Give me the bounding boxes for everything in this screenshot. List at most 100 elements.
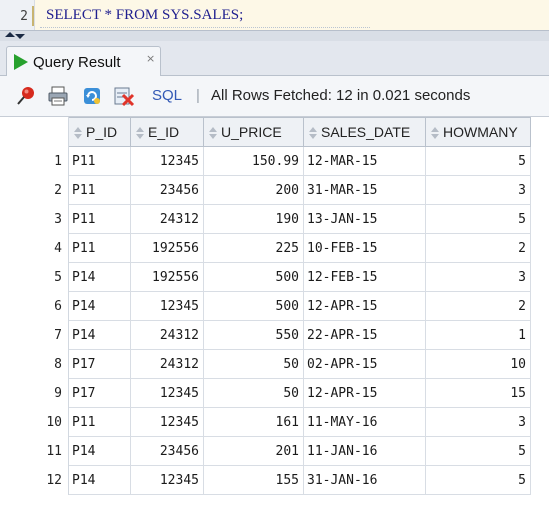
cell-e-id[interactable]: 23456 bbox=[130, 436, 204, 466]
row-number[interactable]: 7 bbox=[9, 320, 69, 350]
cell-p-id[interactable]: P17 bbox=[68, 349, 131, 379]
row-number[interactable]: 9 bbox=[9, 378, 69, 408]
cell-howmany[interactable]: 10 bbox=[425, 349, 531, 379]
sql-link[interactable]: SQL bbox=[152, 87, 182, 104]
column-header-p-id[interactable]: P_ID bbox=[68, 117, 131, 147]
cell-sales-date[interactable]: 12-FEB-15 bbox=[303, 262, 426, 292]
cell-u-price[interactable]: 190 bbox=[203, 204, 304, 234]
cell-sales-date[interactable]: 31-MAR-15 bbox=[303, 175, 426, 205]
print-icon[interactable] bbox=[47, 85, 69, 107]
table-row[interactable]: 6 P14 12345 500 12-APR-15 2 bbox=[9, 291, 531, 321]
row-number[interactable]: 4 bbox=[9, 233, 69, 263]
cell-e-id[interactable]: 24312 bbox=[130, 204, 204, 234]
pin-icon[interactable] bbox=[15, 85, 37, 107]
column-header-sales-date[interactable]: SALES_DATE bbox=[303, 117, 426, 147]
cell-e-id[interactable]: 192556 bbox=[130, 262, 204, 292]
column-header-howmany[interactable]: HOWMANY bbox=[425, 117, 531, 147]
row-number[interactable]: 5 bbox=[9, 262, 69, 292]
cell-e-id[interactable]: 12345 bbox=[130, 291, 204, 321]
sql-editor[interactable]: 2 SELECT * FROM SYS.SALES; bbox=[0, 0, 549, 30]
cell-p-id[interactable]: P11 bbox=[68, 407, 131, 437]
cell-e-id[interactable]: 12345 bbox=[130, 465, 204, 495]
cell-u-price[interactable]: 201 bbox=[203, 436, 304, 466]
table-row[interactable]: 1 P11 12345 150.99 12-MAR-15 5 bbox=[9, 146, 531, 176]
export-icon[interactable] bbox=[113, 85, 135, 107]
row-number[interactable]: 10 bbox=[9, 407, 69, 437]
cell-sales-date[interactable]: 11-JAN-16 bbox=[303, 436, 426, 466]
cell-howmany[interactable]: 5 bbox=[425, 204, 531, 234]
cell-e-id[interactable]: 192556 bbox=[130, 233, 204, 263]
cell-p-id[interactable]: P11 bbox=[68, 233, 131, 263]
cell-u-price[interactable]: 155 bbox=[203, 465, 304, 495]
cell-p-id[interactable]: P14 bbox=[68, 436, 131, 466]
row-number[interactable]: 6 bbox=[9, 291, 69, 321]
cell-howmany[interactable]: 3 bbox=[425, 407, 531, 437]
cell-howmany[interactable]: 1 bbox=[425, 320, 531, 350]
row-number[interactable]: 8 bbox=[9, 349, 69, 379]
cell-sales-date[interactable]: 12-APR-15 bbox=[303, 378, 426, 408]
row-number[interactable]: 3 bbox=[9, 204, 69, 234]
cell-e-id[interactable]: 12345 bbox=[130, 407, 204, 437]
cell-u-price[interactable]: 550 bbox=[203, 320, 304, 350]
refresh-icon[interactable] bbox=[81, 85, 103, 107]
row-number[interactable]: 2 bbox=[9, 175, 69, 205]
cell-u-price[interactable]: 50 bbox=[203, 378, 304, 408]
cell-e-id[interactable]: 24312 bbox=[130, 349, 204, 379]
cell-p-id[interactable]: P14 bbox=[68, 320, 131, 350]
table-row[interactable]: 9 P17 12345 50 12-APR-15 15 bbox=[9, 378, 531, 408]
cell-u-price[interactable]: 50 bbox=[203, 349, 304, 379]
cell-e-id[interactable]: 24312 bbox=[130, 320, 204, 350]
cell-sales-date[interactable]: 10-FEB-15 bbox=[303, 233, 426, 263]
cell-u-price[interactable]: 150.99 bbox=[203, 146, 304, 176]
row-number[interactable]: 1 bbox=[9, 146, 69, 176]
cell-sales-date[interactable]: 12-APR-15 bbox=[303, 291, 426, 321]
cell-p-id[interactable]: P14 bbox=[68, 291, 131, 321]
row-number[interactable]: 12 bbox=[9, 465, 69, 495]
cell-howmany[interactable]: 2 bbox=[425, 233, 531, 263]
cell-e-id[interactable]: 12345 bbox=[130, 378, 204, 408]
cell-p-id[interactable]: P11 bbox=[68, 146, 131, 176]
cell-u-price[interactable]: 500 bbox=[203, 262, 304, 292]
cell-howmany[interactable]: 3 bbox=[425, 175, 531, 205]
cell-e-id[interactable]: 12345 bbox=[130, 146, 204, 176]
cell-howmany[interactable]: 3 bbox=[425, 262, 531, 292]
cell-u-price[interactable]: 225 bbox=[203, 233, 304, 263]
cell-p-id[interactable]: P11 bbox=[68, 175, 131, 205]
table-row[interactable]: 4 P11 192556 225 10-FEB-15 2 bbox=[9, 233, 531, 263]
cell-p-id[interactable]: P17 bbox=[68, 378, 131, 408]
table-row[interactable]: 5 P14 192556 500 12-FEB-15 3 bbox=[9, 262, 531, 292]
column-header-e-id[interactable]: E_ID bbox=[130, 117, 204, 147]
table-row[interactable]: 3 P11 24312 190 13-JAN-15 5 bbox=[9, 204, 531, 234]
cell-sales-date[interactable]: 11-MAY-16 bbox=[303, 407, 426, 437]
cell-u-price[interactable]: 200 bbox=[203, 175, 304, 205]
collapse-down-icon[interactable] bbox=[15, 34, 25, 39]
cell-howmany[interactable]: 5 bbox=[425, 465, 531, 495]
cell-sales-date[interactable]: 12-MAR-15 bbox=[303, 146, 426, 176]
tab-query-result[interactable]: Query Result × bbox=[6, 46, 161, 76]
cell-sales-date[interactable]: 13-JAN-15 bbox=[303, 204, 426, 234]
table-row[interactable]: 12 P14 12345 155 31-JAN-16 5 bbox=[9, 465, 531, 495]
cell-howmany[interactable]: 2 bbox=[425, 291, 531, 321]
table-row[interactable]: 8 P17 24312 50 02-APR-15 10 bbox=[9, 349, 531, 379]
cell-p-id[interactable]: P14 bbox=[68, 262, 131, 292]
cell-e-id[interactable]: 23456 bbox=[130, 175, 204, 205]
cell-sales-date[interactable]: 22-APR-15 bbox=[303, 320, 426, 350]
close-tab-icon[interactable]: × bbox=[146, 52, 155, 65]
column-header-u-price[interactable]: U_PRICE bbox=[203, 117, 304, 147]
cell-u-price[interactable]: 500 bbox=[203, 291, 304, 321]
cell-howmany[interactable]: 5 bbox=[425, 436, 531, 466]
sql-statement[interactable]: SELECT * FROM SYS.SALES; bbox=[46, 7, 243, 24]
cell-p-id[interactable]: P11 bbox=[68, 204, 131, 234]
table-row[interactable]: 11 P14 23456 201 11-JAN-16 5 bbox=[9, 436, 531, 466]
cell-p-id[interactable]: P14 bbox=[68, 465, 131, 495]
cell-howmany[interactable]: 5 bbox=[425, 146, 531, 176]
table-row[interactable]: 10 P11 12345 161 11-MAY-16 3 bbox=[9, 407, 531, 437]
row-number[interactable]: 11 bbox=[9, 436, 69, 466]
table-row[interactable]: 2 P11 23456 200 31-MAR-15 3 bbox=[9, 175, 531, 205]
collapse-up-icon[interactable] bbox=[5, 32, 15, 37]
table-row[interactable]: 7 P14 24312 550 22-APR-15 1 bbox=[9, 320, 531, 350]
cell-sales-date[interactable]: 02-APR-15 bbox=[303, 349, 426, 379]
cell-sales-date[interactable]: 31-JAN-16 bbox=[303, 465, 426, 495]
cell-u-price[interactable]: 161 bbox=[203, 407, 304, 437]
cell-howmany[interactable]: 15 bbox=[425, 378, 531, 408]
